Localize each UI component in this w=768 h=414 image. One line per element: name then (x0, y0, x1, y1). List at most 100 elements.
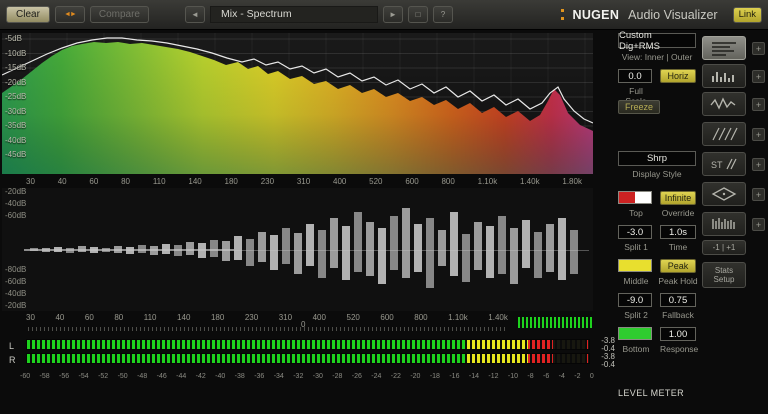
freeze-button[interactable]: Freeze (618, 100, 661, 114)
add-view-bars-button[interactable]: + (752, 218, 765, 231)
diff-bar (318, 230, 326, 278)
meter-scale-label: -28 (332, 373, 343, 380)
preset-selector[interactable]: Mix - Spectrum (210, 6, 378, 23)
diff-bar (306, 224, 314, 266)
display-style-select[interactable]: Shrp (618, 151, 696, 166)
view-bars-button[interactable] (702, 212, 746, 236)
meter-scale-label: -36 (254, 373, 265, 380)
spectrum-display: -5dB -10dB -15dB -20dB -25dB -30dB -35dB -40dB -… (2, 33, 593, 174)
clear-button[interactable]: Clear (6, 6, 50, 23)
meter-track-right (26, 353, 590, 364)
time-value[interactable]: 1.0s (660, 225, 696, 239)
db-label: -15dB (5, 63, 27, 72)
view-vectorscope-button[interactable] (702, 182, 746, 206)
diff-bar (378, 228, 386, 284)
view-waveform-button[interactable] (702, 92, 746, 116)
split2-label: Split 2 (624, 310, 648, 320)
brand-name: NUGEN (572, 7, 620, 22)
meter-scale-label: -44 (176, 373, 187, 380)
tick-ruler (28, 327, 506, 331)
meter-channel-label-right: R (9, 355, 16, 365)
add-view-stereo-button[interactable]: + (752, 158, 765, 171)
meter-scale-label: -8 (527, 373, 534, 380)
override-button[interactable]: Infinite (660, 191, 696, 205)
meter-scale-label: -52 (98, 373, 109, 380)
diff-bar (426, 218, 434, 288)
add-view-vectorscope-button[interactable]: + (752, 188, 765, 201)
diff-bar (258, 232, 266, 262)
meter-readouts: -3.8 -0.4 -3.8 -0.4 (594, 337, 615, 369)
diff-bar (162, 244, 170, 254)
meter-scale-label: -2 (574, 373, 581, 380)
diff-bar (150, 246, 158, 255)
middle-color-swatch[interactable] (618, 259, 652, 272)
freq-label: 310 (296, 177, 311, 186)
meter-scale-label: -18 (429, 373, 440, 380)
freq-label: 140 (177, 313, 191, 322)
view-hatch-button[interactable] (702, 122, 746, 146)
add-view-histogram-button[interactable]: + (752, 70, 765, 83)
freq-label: 520 (369, 177, 383, 186)
horiz-button[interactable]: Horiz (660, 69, 696, 83)
full-scale-value[interactable]: 0.0 (618, 69, 652, 83)
view-histogram-button[interactable] (702, 64, 746, 88)
meter-scale-label: -56 (59, 373, 70, 380)
help-button[interactable]: ? (433, 6, 453, 23)
freq-label: 30 (26, 313, 35, 322)
view-stereo-button[interactable]: ST (702, 152, 746, 176)
view-mode-label[interactable]: View: Inner | Outer (618, 52, 696, 62)
add-view-waveform-button[interactable]: + (752, 98, 765, 111)
meter-scale-label: -50 (117, 373, 128, 380)
peak-button[interactable]: Peak (660, 259, 696, 273)
link-button[interactable]: Link (732, 6, 762, 23)
split2-value[interactable]: -9.0 (618, 293, 652, 307)
freq-label: 600 (380, 313, 394, 322)
preset-prev-button[interactable]: ◄ (185, 6, 205, 23)
db-label: -5dB (5, 34, 22, 43)
split1-value[interactable]: -3.0 (618, 225, 652, 239)
visualizer-window: Clear ◄► Compare ◄ Mix - Spectrum ► □ ? … (0, 0, 768, 414)
response-value[interactable]: 1.00 (660, 327, 696, 341)
meter-scale-label: -38 (234, 373, 245, 380)
add-view-hatch-button[interactable]: + (752, 128, 765, 141)
fallback-value[interactable]: 0.75 (660, 293, 696, 307)
toolbar: Clear ◄► Compare ◄ Mix - Spectrum ► □ ? … (0, 0, 768, 30)
freq-label: 400 (312, 313, 326, 322)
diff-bar (366, 222, 374, 276)
middle-label: Middle (623, 276, 649, 286)
diff-bar (90, 247, 98, 253)
display-menu-button[interactable]: □ (408, 6, 428, 23)
meter-segment-mask (27, 354, 589, 363)
stats-setup-button[interactable]: Stats Setup (702, 262, 746, 288)
view-lines-button[interactable] (702, 36, 746, 60)
channel-offset-button[interactable]: -1 | +1 (702, 240, 746, 255)
bottom-color-swatch[interactable] (618, 327, 652, 340)
meter-scale-label: -58 (39, 373, 50, 380)
diff-bar (42, 248, 50, 252)
diff-bar (78, 246, 86, 252)
aux-meter-bar (518, 317, 594, 328)
meter-scale-label: -14 (468, 373, 479, 380)
db-label: -80dB (5, 265, 27, 274)
diff-bar (102, 248, 110, 252)
freq-label: 1.40k (488, 313, 508, 322)
db-label: -25dB (5, 92, 27, 101)
diff-bar (270, 235, 278, 270)
meter-mode-select[interactable]: Custom Dig+RMS (618, 30, 696, 52)
swap-button[interactable]: ◄► (55, 6, 85, 23)
db-label: -60dB (5, 211, 27, 220)
db-label: -60dB (5, 277, 27, 286)
meter-scale-label: -22 (390, 373, 401, 380)
meter-scale-label: -40 (215, 373, 226, 380)
compare-button[interactable]: Compare (89, 6, 149, 23)
stereo-icon: ST (711, 158, 737, 170)
meter-scale-label: -48 (137, 373, 148, 380)
diff-bar (186, 242, 194, 255)
top-color-swatch[interactable] (618, 191, 652, 204)
preset-next-button[interactable]: ► (383, 6, 403, 23)
split1-label: Split 1 (624, 242, 648, 252)
add-view-lines-button[interactable]: + (752, 42, 765, 55)
diff-bar (486, 226, 494, 278)
diff-bar (522, 220, 530, 268)
db-label: -10dB (5, 48, 27, 58)
